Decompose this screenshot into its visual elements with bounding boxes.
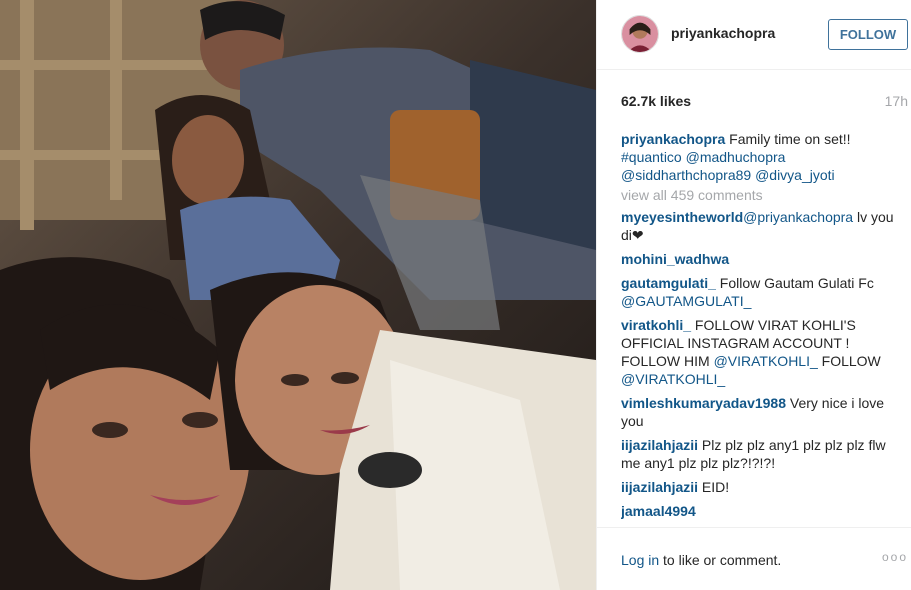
post-time[interactable]: 17h xyxy=(885,93,908,109)
comments-list: priyankachopra Family time on set!! #qua… xyxy=(621,130,908,526)
post-author-username[interactable]: priyankachopra xyxy=(671,25,775,41)
comment-text: EID! xyxy=(698,479,730,495)
comment-user[interactable]: iijazilahjazii xyxy=(621,479,698,495)
comment-user[interactable]: mohini_wadhwa xyxy=(621,251,729,267)
comment-text: FOLLOW xyxy=(817,353,881,369)
post-footer: Log in to like or comment. ooo xyxy=(597,527,911,590)
more-options-icon[interactable]: ooo xyxy=(882,550,908,564)
comment-user[interactable]: viratkohli_ xyxy=(621,317,691,333)
comment-item: vimleshkumaryadav1988 Very nice i love y… xyxy=(621,394,908,430)
caption-tag[interactable]: @siddharthchopra89 xyxy=(621,167,751,183)
post-photo[interactable] xyxy=(0,0,596,590)
comment-item: myeyesintheworld@priyankachopra lv you d… xyxy=(621,208,908,244)
login-prompt-text: to like or comment. xyxy=(659,552,782,568)
comment-mention[interactable]: @VIRATKOHLI_ xyxy=(714,353,818,369)
view-all-comments-link[interactable]: view all 459 comments xyxy=(621,186,908,204)
comment-user[interactable]: myeyesintheworld xyxy=(621,209,743,225)
post-header: priyankachopra FOLLOW xyxy=(597,0,911,70)
comment-user[interactable]: gautamgulati_ xyxy=(621,275,716,291)
login-link[interactable]: Log in xyxy=(621,552,659,568)
avatar-image xyxy=(622,16,658,52)
comment-mention[interactable]: @priyankachopra xyxy=(743,209,853,225)
comment-text: Follow Gautam Gulati Fc xyxy=(715,275,874,291)
comment-mention[interactable]: @VIRATKOHLI_ xyxy=(621,371,725,387)
caption-tag[interactable]: @divya_jyoti xyxy=(755,167,835,183)
caption-tag[interactable]: @madhuchopra xyxy=(686,149,786,165)
comment-item: iijazilahjazii Plz plz plz any1 plz plz … xyxy=(621,436,908,472)
comment-item: iijazilahjazii EID! xyxy=(621,478,908,496)
avatar[interactable] xyxy=(621,15,659,53)
comment-item: jamaal4994 xyxy=(621,502,908,520)
comment-user[interactable]: vimleshkumaryadav1988 xyxy=(621,395,786,411)
caption: priyankachopra Family time on set!! #qua… xyxy=(621,130,908,184)
photo-illustration xyxy=(0,0,596,590)
comment-item: viratkohli_ FOLLOW VIRAT KOHLI'S OFFICIA… xyxy=(621,316,908,388)
login-prompt: Log in to like or comment. xyxy=(621,552,781,568)
comment-item: mohini_wadhwa xyxy=(621,250,908,268)
post-sidebar: priyankachopra FOLLOW 62.7k likes 17h pr… xyxy=(596,0,911,590)
comment-user[interactable]: jamaal4994 xyxy=(621,503,696,519)
caption-user[interactable]: priyankachopra xyxy=(621,131,725,147)
comment-user[interactable]: iijazilahjazii xyxy=(621,437,698,453)
likes-row: 62.7k likes 17h xyxy=(621,93,908,111)
caption-text: Family time on set!! xyxy=(729,131,851,147)
follow-button[interactable]: FOLLOW xyxy=(828,19,908,50)
comment-mention[interactable]: @GAUTAMGULATI_ xyxy=(621,293,751,309)
caption-tag[interactable]: #quantico xyxy=(621,149,682,165)
likes-count[interactable]: 62.7k likes xyxy=(621,93,691,109)
comment-item: gautamgulati_ Follow Gautam Gulati Fc @G… xyxy=(621,274,908,310)
